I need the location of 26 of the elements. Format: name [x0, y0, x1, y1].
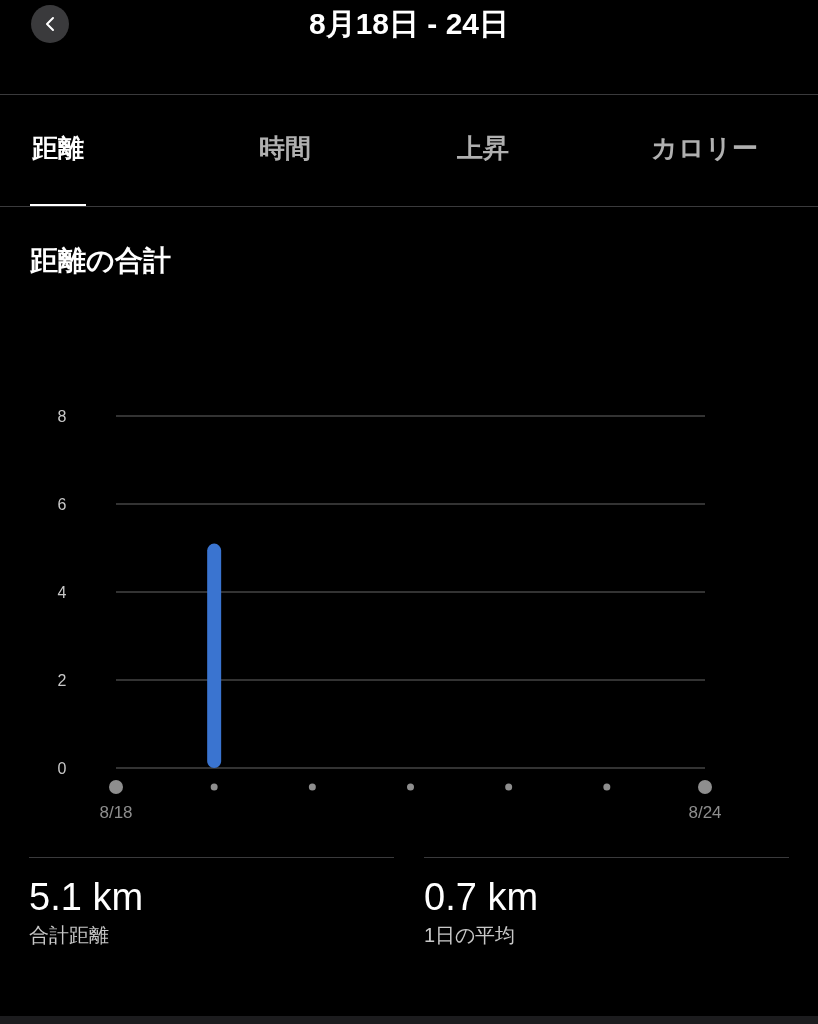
- axis-label: 0: [57, 760, 67, 777]
- axis-label: 8/24: [688, 803, 722, 822]
- axis-label: 4: [57, 584, 67, 601]
- day-dot: [308, 783, 316, 791]
- axis-label: 2: [57, 672, 67, 689]
- day-dot: [505, 783, 513, 791]
- axis-label: 8/18: [99, 803, 133, 822]
- axis-label: 8: [57, 408, 67, 425]
- day-dot: [603, 783, 611, 791]
- stat-label: 1日の平均: [424, 924, 516, 946]
- stat-value: 0.7 km: [424, 876, 539, 918]
- stat-label: 合計距離: [29, 924, 109, 946]
- tab[interactable]: カロリー: [648, 130, 760, 206]
- day-dot: [698, 780, 712, 794]
- back-icon: [45, 16, 55, 32]
- day-dot: [407, 783, 414, 791]
- tab[interactable]: 上昇: [454, 130, 511, 206]
- tab[interactable]: 距離: [30, 130, 86, 206]
- page-title: 8月18日 - 24日: [308, 6, 510, 42]
- tab[interactable]: 時間: [257, 130, 314, 206]
- section-title: 距離の合計: [30, 245, 171, 276]
- day-dot: [109, 780, 123, 794]
- stat-value: 5.1 km: [29, 876, 144, 918]
- back-button[interactable]: [31, 5, 69, 43]
- day-dot: [210, 783, 218, 791]
- axis-label: 6: [57, 496, 67, 513]
